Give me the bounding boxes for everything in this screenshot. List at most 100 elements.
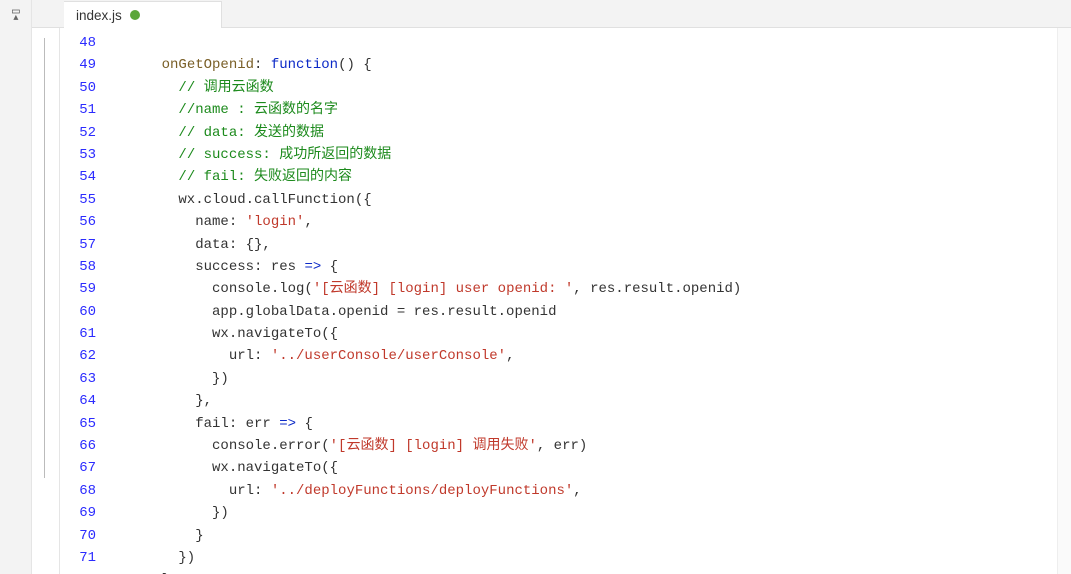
code-token bbox=[128, 125, 178, 141]
line-number: 66 bbox=[60, 435, 116, 457]
code-line[interactable]: success: res => { bbox=[116, 256, 1071, 278]
code-token: : bbox=[254, 57, 271, 73]
code-line[interactable]: onGetOpenid: function() { bbox=[116, 54, 1071, 76]
line-number: 70 bbox=[60, 525, 116, 547]
tab-file[interactable]: index.js bbox=[64, 1, 222, 28]
code-token: } bbox=[128, 528, 204, 544]
editor-main: index.js 4849505152535455565758596061626… bbox=[32, 0, 1071, 574]
code-token: wx.cloud.callFunction({ bbox=[128, 192, 372, 208]
code-token: // fail: 失败返回的内容 bbox=[178, 169, 352, 185]
code-line[interactable]: url: '../deployFunctions/deployFunctions… bbox=[116, 480, 1071, 502]
code-token: '../userConsole/userConsole' bbox=[271, 348, 506, 364]
editor[interactable]: 4849505152535455565758596061626364656667… bbox=[60, 28, 1071, 574]
code-token: '[云函数] [login] 调用失败' bbox=[330, 438, 537, 454]
code-line[interactable]: fail: err => { bbox=[116, 413, 1071, 435]
code-token bbox=[128, 102, 178, 118]
editor-container: 4849505152535455565758596061626364656667… bbox=[32, 28, 1071, 574]
code-token: , bbox=[304, 214, 312, 230]
line-number: 62 bbox=[60, 345, 116, 367]
code-token: console.error( bbox=[128, 438, 330, 454]
code-line[interactable]: wx.navigateTo({ bbox=[116, 323, 1071, 345]
line-number: 67 bbox=[60, 457, 116, 479]
code-line[interactable]: url: '../userConsole/userConsole', bbox=[116, 345, 1071, 367]
code-token: }) bbox=[128, 505, 229, 521]
code-token: { bbox=[321, 259, 338, 275]
code-token: , err) bbox=[537, 438, 587, 454]
code-line[interactable]: console.error('[云函数] [login] 调用失败', err) bbox=[116, 435, 1071, 457]
code-token: function bbox=[271, 57, 338, 73]
line-number: 56 bbox=[60, 211, 116, 233]
code-line[interactable]: // data: 发送的数据 bbox=[116, 122, 1071, 144]
line-number: 72 bbox=[60, 569, 116, 574]
code-token: , res.result.openid) bbox=[573, 281, 741, 297]
code-token: , bbox=[573, 483, 581, 499]
code-token: data: {}, bbox=[128, 237, 271, 253]
code-token: wx.navigateTo({ bbox=[128, 460, 338, 476]
line-number: 64 bbox=[60, 390, 116, 412]
code-token: wx.navigateTo({ bbox=[128, 326, 338, 342]
line-number: 50 bbox=[60, 77, 116, 99]
code-token: app.globalData.openid = res.result.openi… bbox=[128, 304, 556, 320]
code-token: // 调用云函数 bbox=[178, 80, 273, 96]
code-line[interactable]: // success: 成功所返回的数据 bbox=[116, 144, 1071, 166]
code-token: { bbox=[296, 416, 313, 432]
line-number: 61 bbox=[60, 323, 116, 345]
code-area[interactable]: onGetOpenid: function() { // 调用云函数 //nam… bbox=[116, 28, 1071, 574]
line-number: 65 bbox=[60, 413, 116, 435]
code-token: name: bbox=[128, 214, 246, 230]
line-number: 68 bbox=[60, 480, 116, 502]
line-number: 71 bbox=[60, 547, 116, 569]
code-line[interactable]: //name : 云函数的名字 bbox=[116, 99, 1071, 121]
left-tool-gutter: ▯◂ bbox=[0, 0, 32, 574]
code-token: fail: err bbox=[128, 416, 279, 432]
code-line[interactable]: wx.navigateTo({ bbox=[116, 457, 1071, 479]
code-token: , bbox=[506, 348, 514, 364]
line-number: 63 bbox=[60, 368, 116, 390]
code-line[interactable]: }, bbox=[116, 569, 1071, 574]
code-line[interactable]: app.globalData.openid = res.result.openi… bbox=[116, 301, 1071, 323]
code-line[interactable] bbox=[116, 32, 1071, 54]
code-line[interactable]: // 调用云函数 bbox=[116, 77, 1071, 99]
code-line[interactable]: }) bbox=[116, 502, 1071, 524]
line-number: 59 bbox=[60, 278, 116, 300]
fold-gutter[interactable] bbox=[32, 28, 60, 574]
line-number: 69 bbox=[60, 502, 116, 524]
code-token bbox=[128, 80, 178, 96]
code-token: '../deployFunctions/deployFunctions' bbox=[271, 483, 573, 499]
code-line[interactable]: } bbox=[116, 525, 1071, 547]
code-token: //name : 云函数的名字 bbox=[178, 102, 338, 118]
dirty-indicator-icon bbox=[130, 10, 140, 20]
panel-toggle-icon[interactable]: ▯◂ bbox=[8, 8, 23, 20]
line-number: 49 bbox=[60, 54, 116, 76]
line-number: 48 bbox=[60, 32, 116, 54]
code-token: url: bbox=[128, 348, 271, 364]
line-number: 58 bbox=[60, 256, 116, 278]
line-number: 60 bbox=[60, 301, 116, 323]
tab-bar: index.js bbox=[32, 0, 1071, 28]
code-token bbox=[128, 57, 162, 73]
vertical-scrollbar[interactable] bbox=[1057, 28, 1071, 574]
code-token: => bbox=[304, 259, 321, 275]
code-token: => bbox=[279, 416, 296, 432]
line-number: 53 bbox=[60, 144, 116, 166]
code-line[interactable]: // fail: 失败返回的内容 bbox=[116, 166, 1071, 188]
code-line[interactable]: data: {}, bbox=[116, 234, 1071, 256]
code-line[interactable]: console.log('[云函数] [login] user openid: … bbox=[116, 278, 1071, 300]
code-line[interactable]: }, bbox=[116, 390, 1071, 412]
code-line[interactable]: }) bbox=[116, 547, 1071, 569]
fold-ruler-icon bbox=[44, 38, 45, 478]
tab-filename: index.js bbox=[76, 8, 122, 23]
line-number: 54 bbox=[60, 166, 116, 188]
code-line[interactable]: name: 'login', bbox=[116, 211, 1071, 233]
code-line[interactable]: }) bbox=[116, 368, 1071, 390]
code-token: // success: 成功所返回的数据 bbox=[178, 147, 391, 163]
code-token: // data: 发送的数据 bbox=[178, 125, 324, 141]
code-token: }) bbox=[128, 371, 229, 387]
line-number: 51 bbox=[60, 99, 116, 121]
line-number: 55 bbox=[60, 189, 116, 211]
code-token: () { bbox=[338, 57, 372, 73]
code-token: success: res bbox=[128, 259, 304, 275]
code-line[interactable]: wx.cloud.callFunction({ bbox=[116, 189, 1071, 211]
code-token bbox=[128, 147, 178, 163]
code-token: console.log( bbox=[128, 281, 313, 297]
